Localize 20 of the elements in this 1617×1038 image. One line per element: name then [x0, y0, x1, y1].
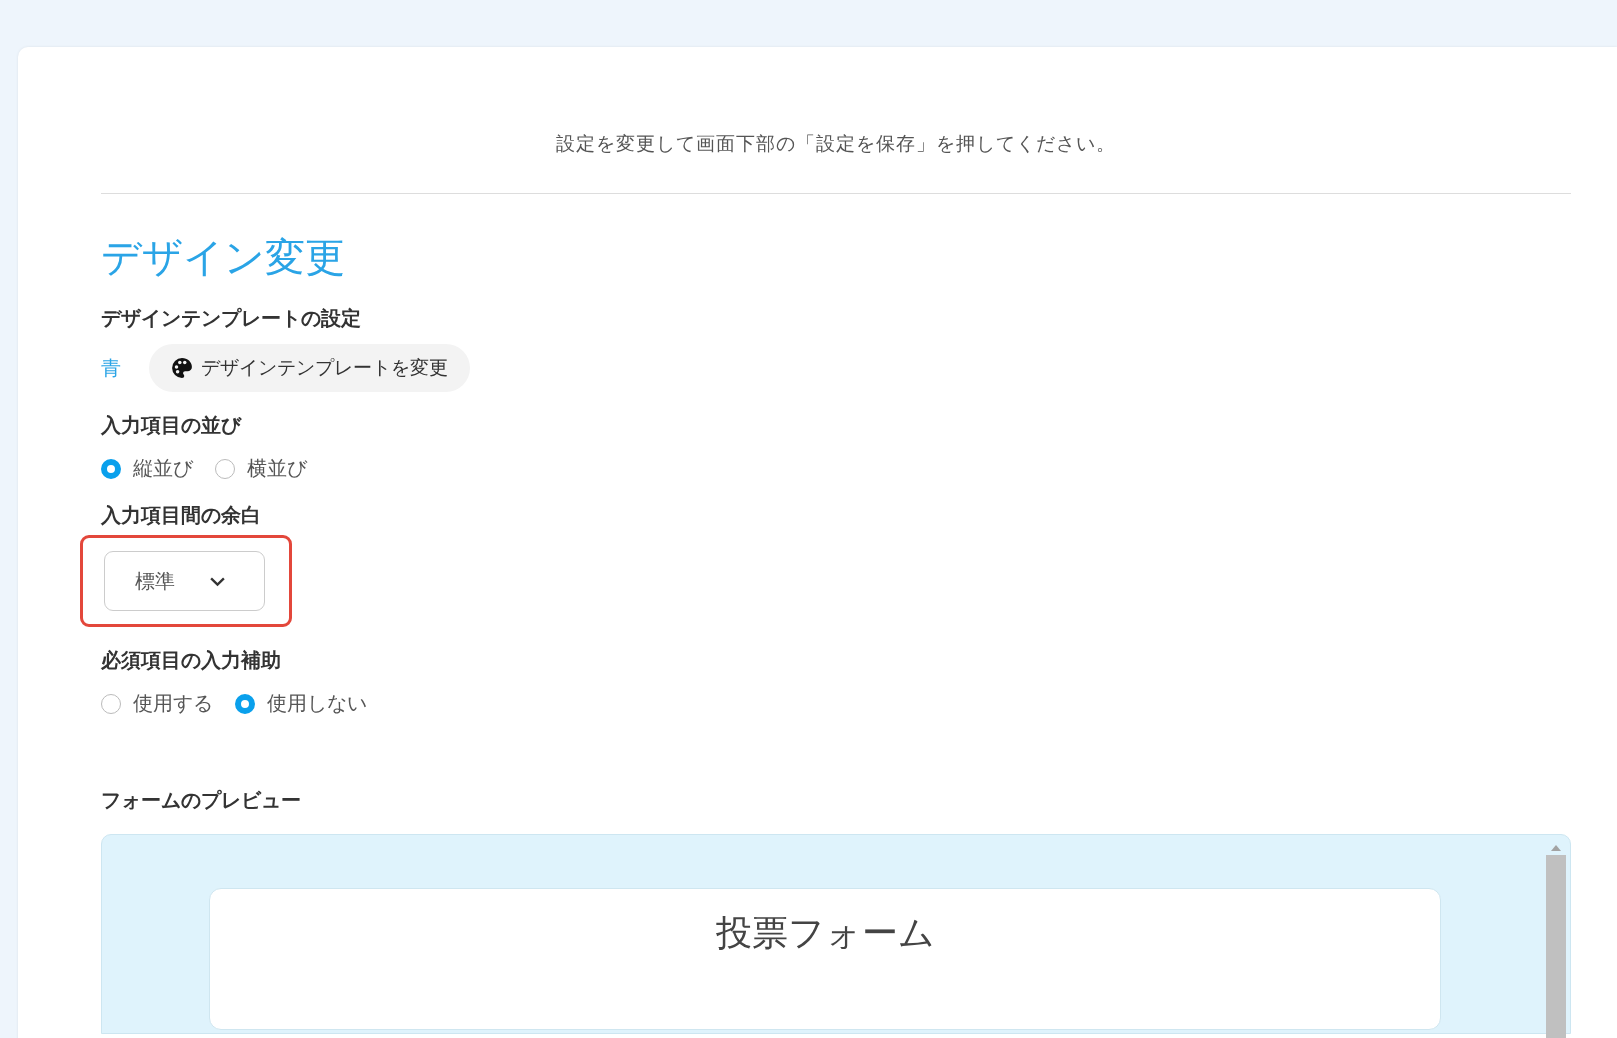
field-label: 入力項目の並び — [101, 412, 243, 439]
palette-icon — [171, 357, 193, 379]
field-label: 必須項目の入力補助 — [101, 647, 282, 674]
radio-button[interactable] — [235, 693, 255, 714]
spacing-dropdown[interactable]: 標準 — [104, 551, 265, 611]
field-label: 入力項目間の余白 — [101, 502, 262, 529]
section-title: デザイン変更 — [101, 233, 346, 282]
form-title: 投票フォーム — [715, 911, 935, 955]
field-label: デザインテンプレートの設定 — [101, 305, 362, 332]
radio-button[interactable] — [101, 458, 121, 479]
chevron-down-icon — [209, 575, 226, 587]
radio-option[interactable]: 縦並び — [101, 455, 193, 482]
instruction-text: 設定を変更して画面下部の「設定を保存」を押してください。 — [555, 131, 1117, 156]
radio-option[interactable]: 使用しない — [235, 690, 367, 717]
change-template-button[interactable]: デザインテンプレートを変更 — [149, 344, 470, 392]
current-template: 青 — [101, 354, 121, 382]
preview-label: フォームのプレビュー — [101, 787, 302, 814]
radio-option[interactable]: 使用する — [101, 690, 213, 717]
scroll-up-icon[interactable] — [1551, 845, 1561, 851]
radio-option[interactable]: 横並び — [215, 455, 307, 482]
